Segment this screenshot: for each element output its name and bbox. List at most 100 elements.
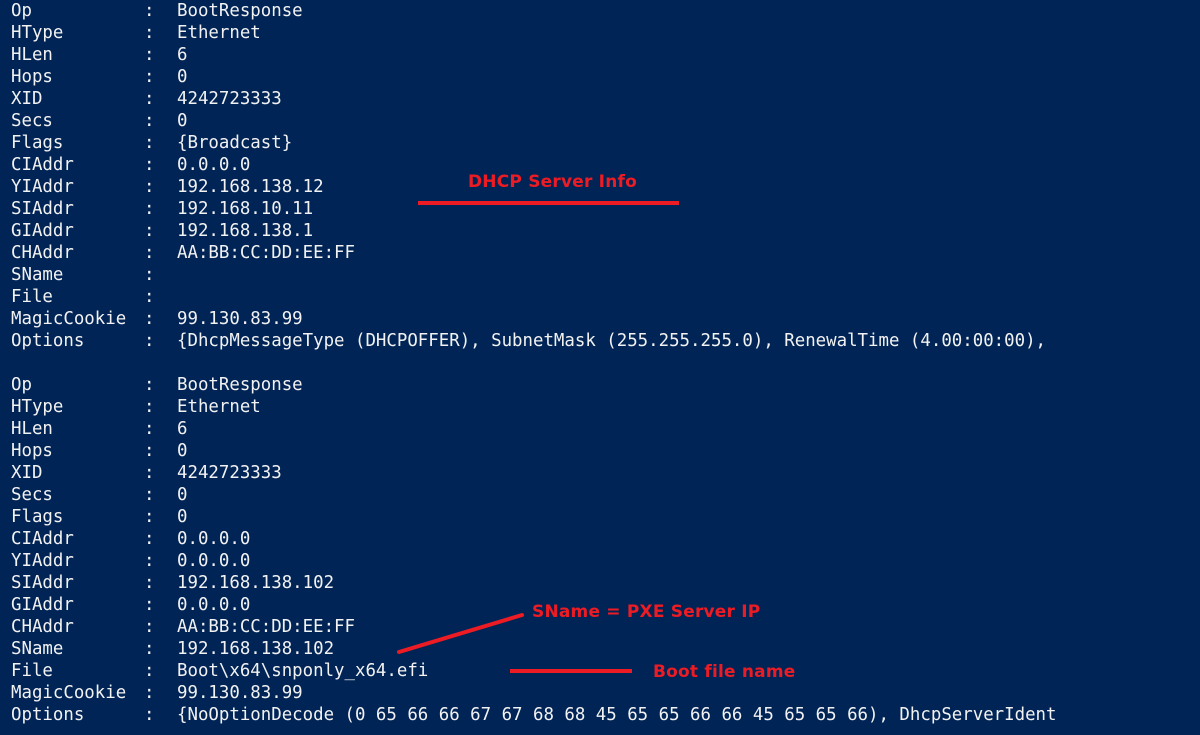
console-line: SIAddr: 192.168.138.102 bbox=[0, 572, 1200, 594]
console-field-name: MagicCookie bbox=[11, 309, 127, 329]
console-field-value: {Broadcast} bbox=[177, 133, 293, 153]
console-field-name: Hops bbox=[11, 67, 53, 87]
console-field-value: 0.0.0.0 bbox=[177, 529, 251, 549]
console-line: GIAddr: 192.168.138.1 bbox=[0, 220, 1200, 242]
console-line: File: bbox=[0, 286, 1200, 308]
console-line: Flags: 0 bbox=[0, 506, 1200, 528]
console-field-value: 192.168.138.102 bbox=[177, 639, 335, 659]
console-field-separator: : bbox=[144, 111, 155, 131]
console-field-name: Secs bbox=[11, 485, 53, 505]
console-field-value: 0 bbox=[177, 485, 188, 505]
console-field-name: YIAddr bbox=[11, 551, 74, 571]
console-field-name: HType bbox=[11, 23, 64, 43]
console-field-name: SName bbox=[11, 265, 64, 285]
console-line: HLen: 6 bbox=[0, 418, 1200, 440]
console-field-value: 0 bbox=[177, 111, 188, 131]
console-field-value: 0.0.0.0 bbox=[177, 155, 251, 175]
console-field-value: AA:BB:CC:DD:EE:FF bbox=[177, 243, 355, 263]
console-field-name: HLen bbox=[11, 45, 53, 65]
console-field-value: 192.168.138.1 bbox=[177, 221, 314, 241]
console-field-value: 0 bbox=[177, 67, 188, 87]
console-line: Op: BootResponse bbox=[0, 0, 1200, 22]
console-line: YIAddr: 0.0.0.0 bbox=[0, 550, 1200, 572]
console-field-separator: : bbox=[144, 397, 155, 417]
console-field-value: 4242723333 bbox=[177, 463, 282, 483]
console-field-separator: : bbox=[144, 89, 155, 109]
console-field-name: XID bbox=[11, 463, 43, 483]
console-field-separator: : bbox=[144, 331, 155, 351]
console-field-value: 0 bbox=[177, 441, 188, 461]
console-field-separator: : bbox=[144, 177, 155, 197]
console-field-separator: : bbox=[144, 199, 155, 219]
console-field-value: 99.130.83.99 bbox=[177, 309, 303, 329]
console-field-name: CIAddr bbox=[11, 155, 74, 175]
console-field-value: Ethernet bbox=[177, 397, 261, 417]
console-field-separator: : bbox=[144, 573, 155, 593]
console-line: SName: 192.168.138.102 bbox=[0, 638, 1200, 660]
console-field-separator: : bbox=[144, 1, 155, 21]
console-field-value: 192.168.138.12 bbox=[177, 177, 324, 197]
console-field-name: MagicCookie bbox=[11, 683, 127, 703]
console-field-name: CIAddr bbox=[11, 529, 74, 549]
console-field-separator: : bbox=[144, 67, 155, 87]
console-field-name: Options bbox=[11, 331, 85, 351]
console-field-separator: : bbox=[144, 595, 155, 615]
console-field-separator: : bbox=[144, 133, 155, 153]
console-line: HType: Ethernet bbox=[0, 396, 1200, 418]
console-field-name: Flags bbox=[11, 507, 64, 527]
console-line: HType: Ethernet bbox=[0, 22, 1200, 44]
console-field-separator: : bbox=[144, 265, 155, 285]
console-field-separator: : bbox=[144, 705, 155, 725]
console-field-separator: : bbox=[144, 661, 155, 681]
console-line: Hops: 0 bbox=[0, 440, 1200, 462]
console-line: Op: BootResponse bbox=[0, 374, 1200, 396]
console-field-value: BootResponse bbox=[177, 375, 303, 395]
console-field-value: 99.130.83.99 bbox=[177, 683, 303, 703]
console-line: CIAddr: 0.0.0.0 bbox=[0, 154, 1200, 176]
console-field-name: Secs bbox=[11, 111, 53, 131]
console-field-separator: : bbox=[144, 507, 155, 527]
console-line: Secs: 0 bbox=[0, 110, 1200, 132]
console-field-separator: : bbox=[144, 23, 155, 43]
console-field-name: SIAddr bbox=[11, 573, 74, 593]
console-field-separator: : bbox=[144, 375, 155, 395]
console-line: MagicCookie: 99.130.83.99 bbox=[0, 682, 1200, 704]
console-field-separator: : bbox=[144, 639, 155, 659]
console-field-name: GIAddr bbox=[11, 595, 74, 615]
console-field-value: {DhcpMessageType (DHCPOFFER), SubnetMask… bbox=[177, 331, 1047, 351]
console-field-value: 6 bbox=[177, 45, 188, 65]
console-field-separator: : bbox=[144, 309, 155, 329]
console-field-separator: : bbox=[144, 155, 155, 175]
console-field-separator: : bbox=[144, 287, 155, 307]
console-field-name: SName bbox=[11, 639, 64, 659]
console-field-value: Ethernet bbox=[177, 23, 261, 43]
console-field-name: YIAddr bbox=[11, 177, 74, 197]
console-field-separator: : bbox=[144, 45, 155, 65]
console-field-value: 6 bbox=[177, 419, 188, 439]
console-field-separator: : bbox=[144, 551, 155, 571]
console-field-name: Hops bbox=[11, 441, 53, 461]
console-field-separator: : bbox=[144, 463, 155, 483]
console-field-name: File bbox=[11, 661, 53, 681]
console-line: SIAddr: 192.168.10.11 bbox=[0, 198, 1200, 220]
console-field-name: CHAddr bbox=[11, 243, 74, 263]
console-line: CHAddr: AA:BB:CC:DD:EE:FF bbox=[0, 242, 1200, 264]
console-field-name: Op bbox=[11, 1, 32, 21]
console-line: YIAddr: 192.168.138.12 bbox=[0, 176, 1200, 198]
console-line: SName: bbox=[0, 264, 1200, 286]
console-line: CIAddr: 0.0.0.0 bbox=[0, 528, 1200, 550]
console-field-name: File bbox=[11, 287, 53, 307]
console-field-name: HType bbox=[11, 397, 64, 417]
console-field-value: 0 bbox=[177, 507, 188, 527]
powershell-console-output[interactable]: Op: BootResponse HType: Ethernet HLen:6 Hops:… bbox=[0, 0, 1200, 735]
console-line: Secs: 0 bbox=[0, 484, 1200, 506]
console-line: HLen: 6 bbox=[0, 44, 1200, 66]
console-field-separator: : bbox=[144, 529, 155, 549]
console-field-value: 192.168.138.102 bbox=[177, 573, 335, 593]
console-field-value: AA:BB:CC:DD:EE:FF bbox=[177, 617, 355, 637]
console-field-name: Options bbox=[11, 705, 85, 725]
console-field-separator: : bbox=[144, 617, 155, 637]
console-field-name: XID bbox=[11, 89, 43, 109]
console-field-name: GIAddr bbox=[11, 221, 74, 241]
